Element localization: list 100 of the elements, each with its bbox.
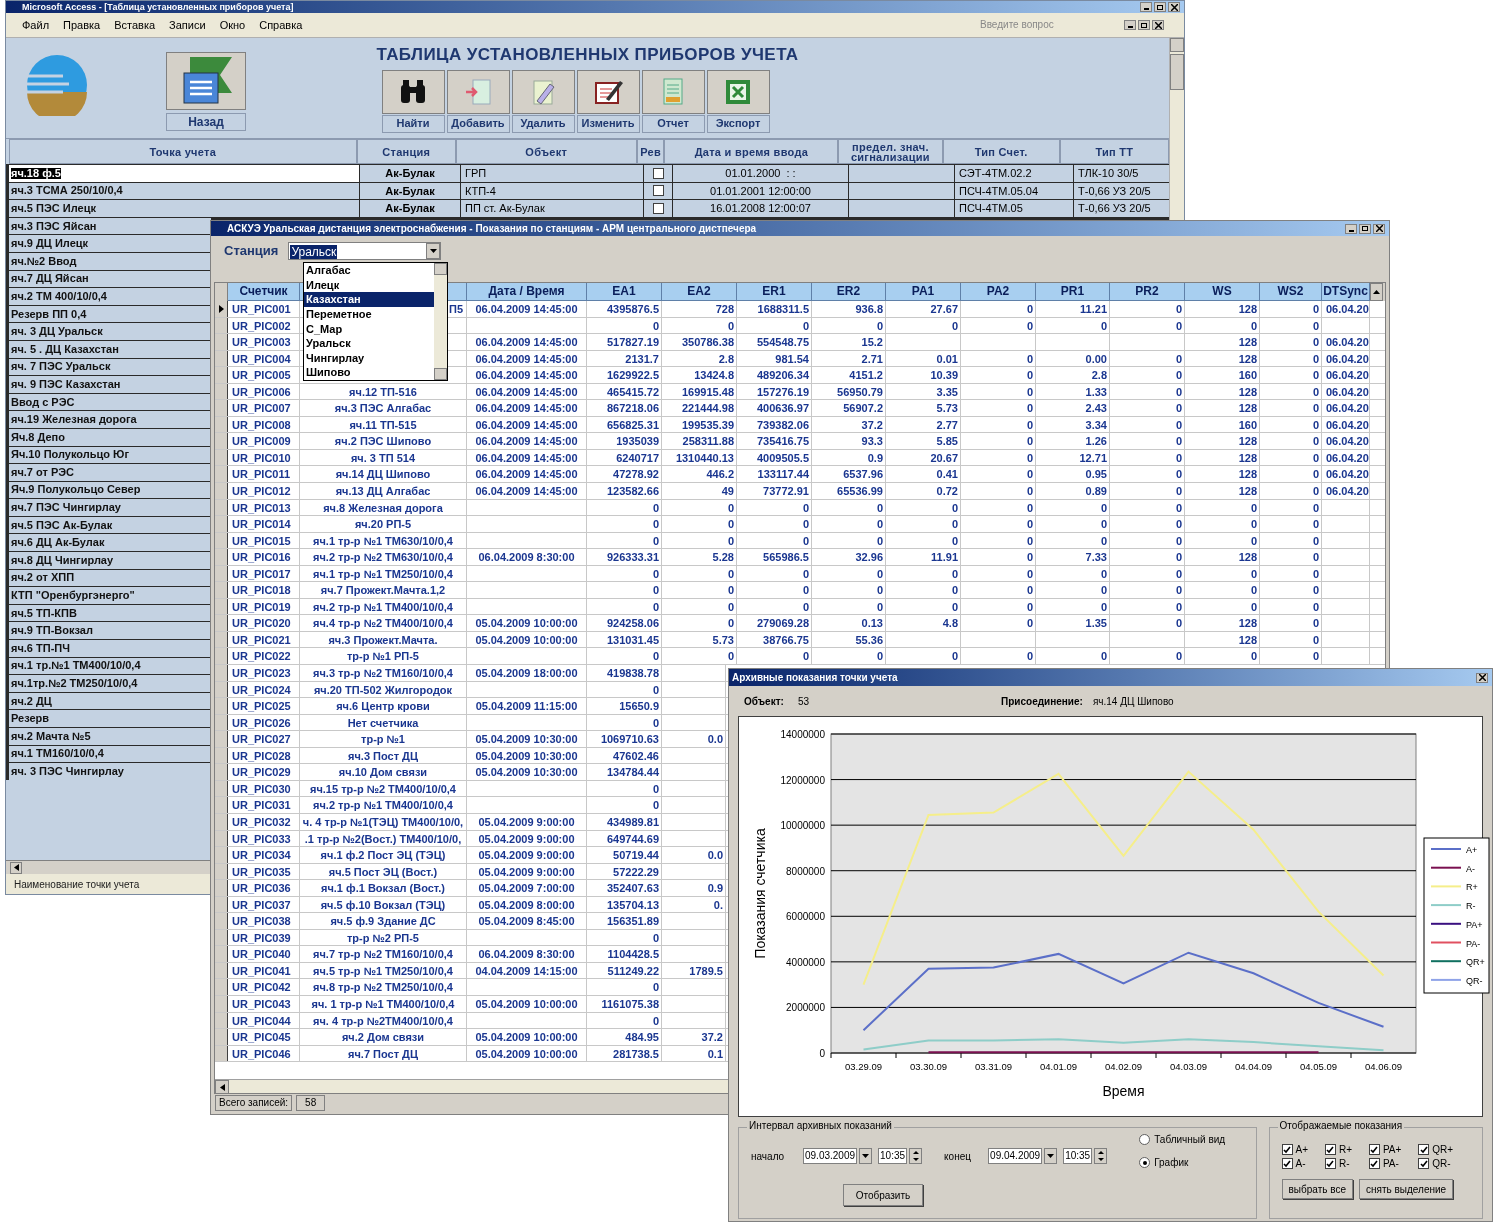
row-selector[interactable] <box>215 433 228 449</box>
scroll-left-icon[interactable] <box>10 861 22 874</box>
column-header[interactable]: ER2 <box>812 283 886 301</box>
spin-icon[interactable] <box>1094 1148 1108 1164</box>
row-selector[interactable] <box>215 847 228 863</box>
caret-icon[interactable] <box>426 243 441 259</box>
list-cell[interactable]: яч.2 ТМ 400/10/0,4 <box>9 288 211 305</box>
column-header[interactable]: Дата и время ввода <box>664 139 839 164</box>
close-icon[interactable] <box>1152 20 1164 30</box>
row-selector[interactable] <box>215 698 228 714</box>
dropdown-option[interactable]: Чингирлау <box>304 350 434 366</box>
radio-button[interactable] <box>1139 1157 1151 1168</box>
list-cell[interactable]: яч.9 ТП-Вокзал <box>9 622 211 640</box>
row-selector[interactable] <box>215 549 228 565</box>
list-cell[interactable]: яч. 9 ПЭС Казахстан <box>9 376 211 393</box>
list-cell[interactable]: яч.19 Железная дорога <box>9 411 211 428</box>
menu-item[interactable]: Файл <box>22 19 50 31</box>
toolbar-icon-button[interactable] <box>576 69 640 114</box>
list-cell[interactable]: яч.1тр.№2 ТМ250/10/0,4 <box>9 675 211 692</box>
list-cell[interactable]: Резерв ПП 0,4 <box>9 305 211 323</box>
close-icon[interactable] <box>1373 223 1385 234</box>
close-icon[interactable] <box>1168 2 1180 12</box>
column-header[interactable]: Объект <box>455 139 637 164</box>
list-cell[interactable]: Резерв <box>9 710 211 727</box>
menu-item[interactable]: Правка <box>63 19 101 31</box>
caret-icon[interactable] <box>1044 1148 1058 1164</box>
list-cell[interactable]: яч. 3 ПЭС Чингирлау <box>9 763 211 780</box>
column-header[interactable]: PA1 <box>886 283 961 301</box>
row-selector[interactable] <box>215 880 228 896</box>
list-cell[interactable]: яч.6 ТП-ПЧ <box>9 640 211 657</box>
station-dropdown[interactable]: Уральск <box>288 242 442 260</box>
dropdown-option[interactable]: Илецк <box>304 277 434 293</box>
row-selector[interactable] <box>215 764 228 780</box>
checkbox[interactable] <box>1368 1144 1380 1155</box>
action-button[interactable]: снять выделение <box>1359 1179 1454 1199</box>
list-cell[interactable]: яч.№2 Ввод <box>9 252 211 270</box>
list-cell[interactable]: яч. 7 ПЭС Уральск <box>9 358 211 376</box>
list-cell[interactable]: Ввод с РЭС <box>9 393 211 411</box>
column-header[interactable]: PR1 <box>1036 283 1110 301</box>
checkbox[interactable] <box>652 167 664 179</box>
row-selector[interactable] <box>215 615 228 631</box>
toolbar-button[interactable]: Найти <box>381 114 445 133</box>
column-header[interactable]: Счетчик <box>228 283 300 301</box>
toolbar-button[interactable]: Экспорт <box>706 114 770 133</box>
dropdown-option[interactable]: Уральск <box>304 336 434 351</box>
toolbar-button[interactable]: Добавить <box>446 114 510 133</box>
list-cell[interactable]: яч.6 ДЦ Ак-Булак <box>9 534 211 552</box>
restore-icon[interactable] <box>1154 2 1166 12</box>
checkbox[interactable] <box>1418 1158 1430 1169</box>
toolbar-icon-button[interactable] <box>381 69 445 114</box>
column-header[interactable]: Тип Счет. <box>942 139 1060 164</box>
row-selector[interactable] <box>215 582 228 598</box>
scroll-up-icon[interactable] <box>1370 283 1383 301</box>
column-header[interactable]: Точка учета <box>9 139 357 164</box>
row-selector[interactable] <box>215 516 228 532</box>
scrollbar[interactable] <box>434 263 447 380</box>
checkbox[interactable] <box>1281 1158 1293 1169</box>
checkbox[interactable] <box>652 185 664 197</box>
toolbar-button[interactable]: Удалить <box>511 114 575 133</box>
checkbox[interactable] <box>1368 1158 1380 1169</box>
caret-icon[interactable] <box>859 1148 873 1164</box>
list-cell[interactable]: яч.5 ПЭС Ак-Булак <box>9 516 211 534</box>
row-selector[interactable] <box>215 665 228 681</box>
row-selector[interactable] <box>215 301 228 317</box>
column-header[interactable]: Тип ТТ <box>1059 139 1169 164</box>
scroll-left-icon[interactable] <box>215 1080 229 1094</box>
column-header[interactable]: предел. знач. сигнализации <box>838 139 943 164</box>
scrollbar[interactable] <box>1169 38 1184 220</box>
list-cell[interactable]: КТП "Оренбургэнерго" <box>9 587 211 604</box>
column-header[interactable]: PA2 <box>961 283 1036 301</box>
list-cell[interactable]: яч.7 от РЭС <box>9 464 211 481</box>
column-header[interactable]: WS2 <box>1260 283 1322 301</box>
list-cell[interactable]: яч.2 от ХПП <box>9 569 211 587</box>
row-selector[interactable] <box>215 797 228 813</box>
list-cell[interactable]: яч.2 ДЦ <box>9 692 211 710</box>
list-cell[interactable]: яч.2 Мачта №5 <box>9 728 211 745</box>
time-field[interactable]: 10:35 <box>1063 1148 1093 1164</box>
column-header[interactable]: PR2 <box>1110 283 1185 301</box>
checkbox[interactable] <box>652 203 664 214</box>
list-cell[interactable]: яч.5 ТП-КПВ <box>9 604 211 622</box>
list-cell[interactable]: яч.3 ПЭС Яйсан <box>9 217 211 235</box>
row-selector[interactable] <box>215 400 228 416</box>
menu-item[interactable]: Справка <box>259 19 303 31</box>
row-selector[interactable] <box>215 334 228 350</box>
column-header[interactable]: WS <box>1185 283 1260 301</box>
list-cell[interactable]: яч.3 ТСМА 250/10/0,4 <box>9 182 359 200</box>
dropdown-option[interactable]: Переметное <box>304 306 434 322</box>
list-cell[interactable]: яч.8 ДЦ Чингирлау <box>9 552 211 569</box>
row-selector[interactable] <box>215 367 228 383</box>
row-selector[interactable] <box>215 731 228 747</box>
column-header[interactable]: Дата / Время <box>467 283 587 301</box>
radio-button[interactable] <box>1139 1134 1151 1145</box>
dropdown-option[interactable]: Шипово <box>304 365 434 380</box>
checkbox[interactable] <box>1418 1144 1430 1155</box>
list-cell[interactable]: яч.7 ПЭС Чингирлау <box>9 499 211 516</box>
list-cell[interactable]: Яч.9 Полукольцо Север <box>9 481 211 499</box>
toolbar-button[interactable]: Изменить <box>576 114 640 133</box>
date-field[interactable]: 09.03.2009 <box>803 1148 858 1164</box>
minimize-icon[interactable] <box>1140 2 1152 12</box>
form-back-icon[interactable] <box>166 52 246 110</box>
